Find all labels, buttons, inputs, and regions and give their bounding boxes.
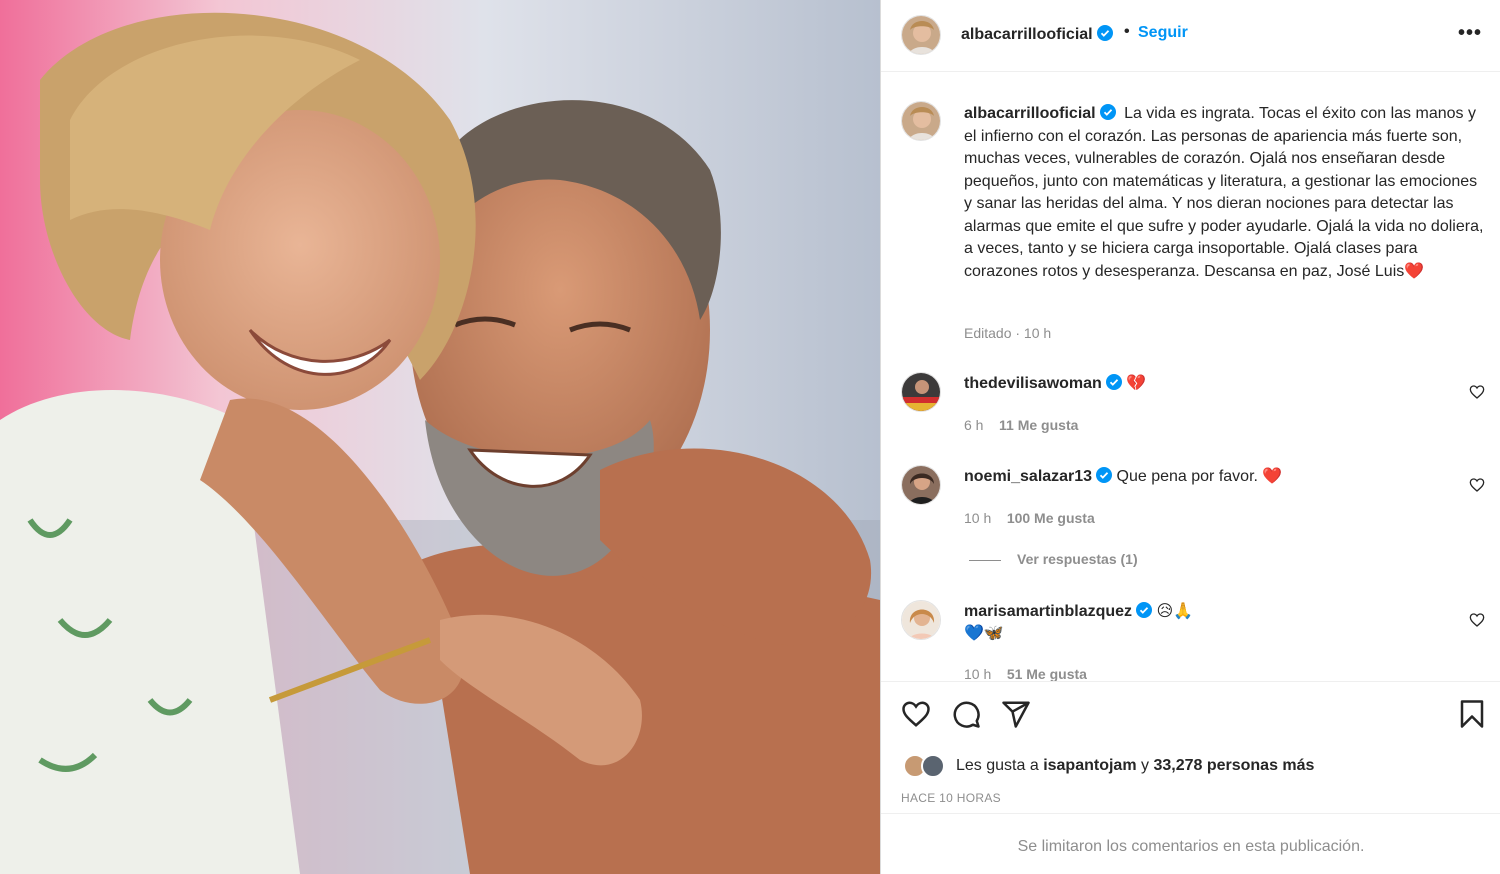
comment-username[interactable]: thedevilisawoman bbox=[964, 374, 1122, 392]
caption-meta: Editado · 10 h bbox=[964, 325, 1052, 341]
comment-likes[interactable]: 100 Me gusta bbox=[1007, 510, 1095, 526]
likes-text: Les gusta a isapantojam y 33,278 persona… bbox=[956, 757, 1314, 775]
post-caption: albacarrillooficial La vida es ingrata. … bbox=[964, 103, 1489, 283]
comment-time: 6 h bbox=[964, 417, 984, 433]
comment-icon[interactable] bbox=[951, 699, 981, 729]
likes-count[interactable]: 33,278 personas más bbox=[1153, 757, 1314, 774]
liker-avatar[interactable] bbox=[921, 754, 945, 778]
caption-text: La vida es ingrata. Tocas el éxito con l… bbox=[964, 105, 1484, 280]
heart-icon[interactable] bbox=[901, 699, 931, 729]
comment-text: Que pena por favor. ❤️ bbox=[1116, 468, 1283, 485]
comment-meta: 6 h 11 Me gusta bbox=[964, 417, 1078, 433]
follow-button[interactable]: Seguir bbox=[1138, 24, 1188, 42]
comments-limited-notice: Se limitaron los comentarios en esta pub… bbox=[881, 813, 1500, 874]
verified-icon bbox=[1136, 602, 1153, 618]
post-sidebar: albacarrillooficial • Seguir ••• albacar… bbox=[880, 0, 1500, 874]
comment-avatar[interactable] bbox=[901, 465, 941, 505]
comment-body: noemi_salazar13 Que pena por favor. ❤️ bbox=[964, 466, 1444, 488]
comment-time: 10 h bbox=[964, 510, 992, 526]
comment-meta: 10 h 51 Me gusta bbox=[964, 666, 1087, 681]
verified-icon bbox=[1096, 467, 1113, 483]
comment-body: marisamartinblazquez 😥🙏 💙🦋 bbox=[964, 601, 1444, 645]
like-comment-heart-icon[interactable] bbox=[1469, 477, 1485, 493]
likes-prefix: Les gusta a bbox=[956, 757, 1039, 774]
share-icon[interactable] bbox=[1001, 699, 1031, 729]
comment-text-line2: 💙🦋 bbox=[964, 625, 1004, 642]
comment-avatar[interactable] bbox=[901, 372, 941, 412]
photo-illustration bbox=[0, 0, 880, 874]
like-comment-heart-icon[interactable] bbox=[1469, 384, 1485, 400]
separator-dot: • bbox=[1124, 23, 1130, 40]
caption-author-avatar[interactable] bbox=[901, 101, 941, 141]
post-header: albacarrillooficial • Seguir ••• bbox=[881, 0, 1500, 72]
view-replies-button[interactable]: Ver respuestas (1) bbox=[969, 551, 1138, 567]
red-heart-emoji: ❤️ bbox=[1404, 262, 1425, 280]
comment-avatar[interactable] bbox=[901, 600, 941, 640]
post-timestamp[interactable]: HACE 10 HORAS bbox=[901, 791, 1001, 805]
liker-username[interactable]: isapantojam bbox=[1043, 757, 1136, 774]
verified-icon bbox=[1096, 25, 1113, 41]
comment-username[interactable]: noemi_salazar13 bbox=[964, 467, 1113, 485]
bookmark-icon[interactable] bbox=[1457, 699, 1487, 729]
author-username[interactable]: albacarrillooficial bbox=[961, 25, 1113, 44]
comment-time: 10 h bbox=[964, 666, 992, 681]
author-avatar[interactable] bbox=[901, 15, 941, 55]
verified-icon bbox=[1105, 374, 1122, 390]
comments-list[interactable]: albacarrillooficial La vida es ingrata. … bbox=[881, 73, 1500, 681]
comment-likes[interactable]: 11 Me gusta bbox=[999, 417, 1078, 433]
caption-username[interactable]: albacarrillooficial bbox=[964, 104, 1116, 122]
comment-text: 😥🙏 bbox=[1156, 603, 1194, 620]
like-comment-heart-icon[interactable] bbox=[1469, 612, 1485, 628]
comment-text: 💔 bbox=[1126, 375, 1147, 392]
comment-likes[interactable]: 51 Me gusta bbox=[1007, 666, 1087, 681]
comment-username[interactable]: marisamartinblazquez bbox=[964, 602, 1153, 620]
likes-connector: y bbox=[1141, 757, 1149, 774]
post-actions: Les gusta a isapantojam y 33,278 persona… bbox=[881, 681, 1500, 813]
comment-body: thedevilisawoman 💔 bbox=[964, 373, 1444, 395]
more-options-icon[interactable]: ••• bbox=[1458, 22, 1482, 45]
post-photo[interactable] bbox=[0, 0, 880, 874]
comment-meta: 10 h 100 Me gusta bbox=[964, 510, 1095, 526]
verified-icon bbox=[1099, 104, 1116, 120]
